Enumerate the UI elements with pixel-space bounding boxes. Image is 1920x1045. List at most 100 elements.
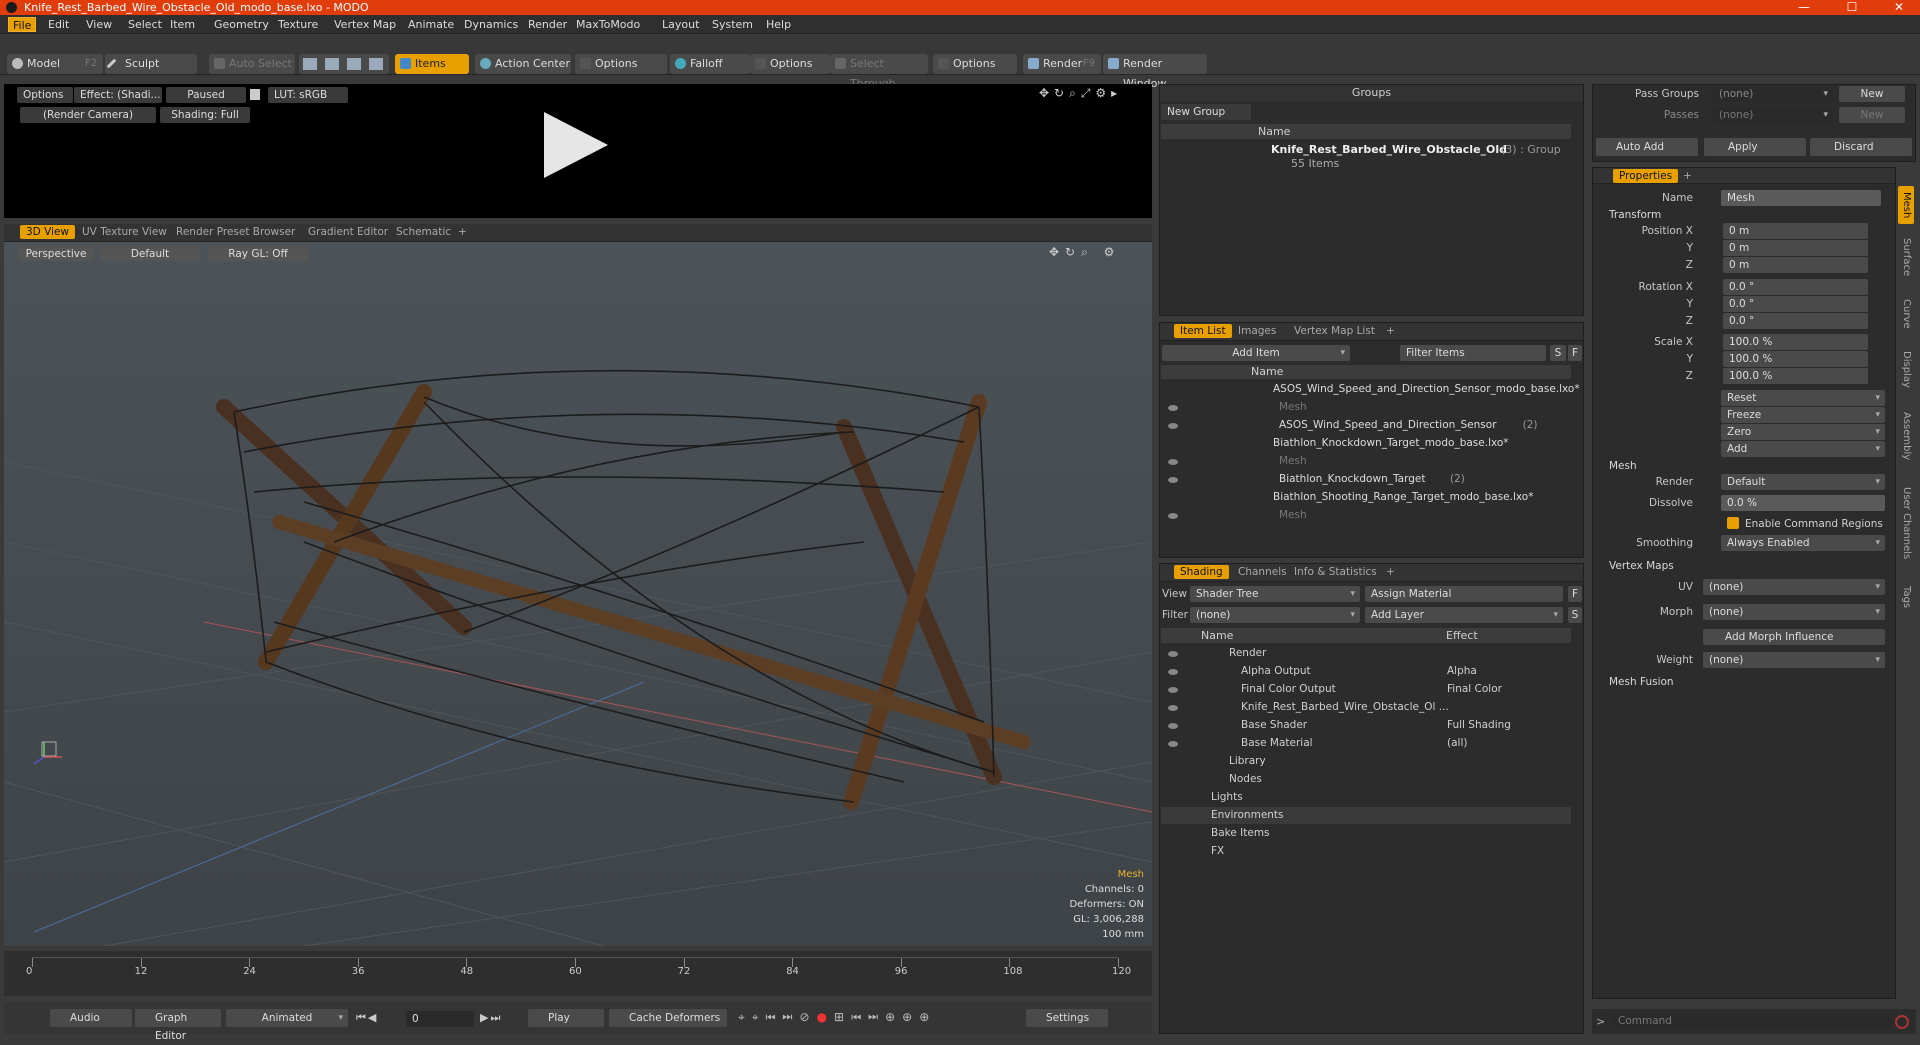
action-center-options-button[interactable]: Options bbox=[575, 54, 667, 74]
add-layer-button[interactable]: Add Layer bbox=[1365, 607, 1563, 623]
timeline[interactable]: 0 12 24 36 48 60 72 84 96 108 120 bbox=[4, 951, 1152, 996]
auto-select-button[interactable]: Auto Select bbox=[209, 54, 295, 74]
itemlist-f-button[interactable]: F bbox=[1568, 345, 1582, 361]
pass-groups-new-button[interactable]: New bbox=[1839, 86, 1905, 102]
filter-items-input[interactable]: Filter Items bbox=[1400, 345, 1546, 361]
sculpt-button[interactable]: Sculpt bbox=[105, 54, 197, 74]
select-through-button[interactable]: Select Through bbox=[830, 54, 928, 90]
vertices-mode-icon[interactable] bbox=[303, 58, 317, 70]
prev-key-buttons[interactable]: ⏮◀ bbox=[356, 1011, 408, 1025]
shading-f-button[interactable]: F bbox=[1568, 586, 1582, 602]
position-field[interactable]: 0 m bbox=[1723, 257, 1868, 273]
preview-camera-dropdown[interactable]: (Render Camera) bbox=[20, 107, 156, 123]
freeze-button[interactable]: Freeze bbox=[1721, 407, 1885, 423]
shading-tab-3[interactable]: + bbox=[1380, 565, 1401, 579]
shader-tree-row[interactable]: Base Shader Full Shading bbox=[1161, 717, 1571, 734]
select-through-options-button[interactable]: Options bbox=[933, 54, 1017, 74]
menu-maxtomodo[interactable]: MaxToModo bbox=[572, 17, 644, 32]
rotation-field[interactable]: 0.0 ° bbox=[1723, 313, 1868, 329]
side-tab-curve[interactable]: Curve bbox=[1898, 291, 1914, 336]
materials-mode-icon[interactable] bbox=[369, 58, 383, 70]
menu-geometry[interactable]: Geometry bbox=[210, 17, 273, 32]
add-button[interactable]: Add bbox=[1721, 441, 1885, 457]
preview-options-button[interactable]: Options bbox=[17, 87, 73, 103]
visibility-eye-icon[interactable] bbox=[1168, 477, 1178, 483]
menu-dynamics[interactable]: Dynamics bbox=[460, 17, 522, 32]
shader-tree-row[interactable]: Alpha Output Alpha bbox=[1161, 663, 1571, 680]
passes-new-button[interactable]: New bbox=[1839, 107, 1905, 123]
play-icon[interactable] bbox=[544, 112, 608, 178]
item-list-row[interactable]: Biathlon_Knockdown_Target (2) bbox=[1161, 471, 1561, 488]
frame-field[interactable]: 0 bbox=[406, 1011, 474, 1027]
preview-shading-dropdown[interactable]: Shading: Full bbox=[160, 107, 250, 123]
uv-dropdown[interactable]: (none) bbox=[1703, 579, 1885, 595]
item-list-row[interactable]: ASOS_Wind_Speed_and_Direction_Sensor_mod… bbox=[1161, 381, 1580, 398]
side-tab-surface[interactable]: Surface bbox=[1898, 228, 1914, 287]
shading-style-dropdown[interactable]: Default bbox=[100, 247, 200, 261]
itemlist-s-button[interactable]: S bbox=[1550, 345, 1566, 361]
properties-add-tab[interactable]: + bbox=[1677, 169, 1698, 183]
position-field[interactable]: 0 m bbox=[1723, 240, 1868, 256]
properties-tab[interactable]: Properties bbox=[1613, 169, 1679, 183]
shader-tree-row[interactable]: Knife_Rest_Barbed_Wire_Obstacle_Ol ... bbox=[1161, 699, 1571, 716]
shading-s-button[interactable]: S bbox=[1568, 607, 1582, 623]
visibility-eye-icon[interactable] bbox=[1168, 741, 1178, 747]
group-row[interactable]: Knife_Rest_Barbed_Wire_Obstacle_Old (3) … bbox=[1161, 141, 1571, 171]
visibility-eye-icon[interactable] bbox=[1168, 513, 1178, 519]
menu-texture[interactable]: Texture bbox=[274, 17, 322, 32]
viewport-tab-5[interactable]: + bbox=[452, 225, 473, 239]
shading-tab-2[interactable]: Info & Statistics bbox=[1288, 565, 1383, 579]
model-button[interactable]: Model F2 bbox=[7, 54, 103, 74]
settings-button[interactable]: Settings bbox=[1026, 1009, 1108, 1027]
item-list-row[interactable]: Mesh bbox=[1161, 453, 1561, 470]
view-dropdown[interactable]: Shader Tree bbox=[1190, 586, 1360, 602]
passes-dropdown[interactable]: (none) bbox=[1713, 107, 1833, 123]
shader-tree-row[interactable]: Library bbox=[1161, 753, 1571, 770]
enable-command-regions-checkbox[interactable] bbox=[1727, 517, 1739, 529]
3d-viewport[interactable]: Perspective Default Ray GL: Off ✥↻⌕ ⚙ Me… bbox=[4, 242, 1152, 946]
shader-tree-row[interactable]: Render bbox=[1161, 645, 1571, 662]
item-list-row[interactable]: Biathlon_Knockdown_Target_modo_base.lxo* bbox=[1161, 435, 1561, 452]
shading-tab-1[interactable]: Channels bbox=[1232, 565, 1293, 579]
filter-dropdown[interactable]: (none) bbox=[1190, 607, 1360, 623]
render-dropdown[interactable]: Default bbox=[1721, 474, 1885, 490]
menu-help[interactable]: Help bbox=[762, 17, 795, 32]
perspective-dropdown[interactable]: Perspective bbox=[18, 247, 94, 261]
viewport-tab-0[interactable]: 3D View bbox=[20, 225, 76, 239]
apply-button[interactable]: Apply bbox=[1704, 138, 1806, 156]
command-input[interactable]: Command bbox=[1612, 1013, 1892, 1029]
itemlist-tab-2[interactable]: Vertex Map List bbox=[1288, 324, 1381, 338]
lock-icon[interactable] bbox=[250, 89, 260, 100]
shader-tree-row[interactable]: Bake Items bbox=[1161, 825, 1571, 842]
action-center-button[interactable]: Action Center bbox=[475, 54, 571, 74]
raygl-toggle[interactable]: Ray GL: Off bbox=[208, 247, 308, 261]
new-group-button[interactable]: New Group bbox=[1161, 104, 1251, 120]
falloff-options-button[interactable]: Options bbox=[750, 54, 830, 74]
reset-button[interactable]: Reset bbox=[1721, 390, 1885, 406]
cache-deformers-button[interactable]: Cache Deformers bbox=[609, 1009, 727, 1027]
visibility-eye-icon[interactable] bbox=[1168, 423, 1178, 429]
auto-add-button[interactable]: Auto Add bbox=[1596, 138, 1698, 156]
close-button[interactable]: ✕ bbox=[1880, 0, 1918, 15]
itemlist-tab-1[interactable]: Images bbox=[1232, 324, 1282, 338]
knife-rest-model[interactable] bbox=[216, 369, 1031, 810]
scale-field[interactable]: 100.0 % bbox=[1723, 351, 1868, 367]
menu-system[interactable]: System bbox=[708, 17, 757, 32]
item-list-row[interactable]: Mesh bbox=[1161, 399, 1561, 416]
position-field[interactable]: 0 m bbox=[1723, 223, 1868, 239]
menu-view[interactable]: View bbox=[82, 17, 116, 32]
assign-material-button[interactable]: Assign Material bbox=[1365, 586, 1563, 602]
side-tab-display[interactable]: Display bbox=[1898, 340, 1914, 399]
itemlist-tab-3[interactable]: + bbox=[1380, 324, 1401, 338]
rotation-field[interactable]: 0.0 ° bbox=[1723, 279, 1868, 295]
record-macro-icon[interactable] bbox=[1895, 1015, 1909, 1029]
side-tab-user-channels[interactable]: User Channels bbox=[1898, 473, 1914, 574]
menu-render[interactable]: Render bbox=[524, 17, 571, 32]
next-key-buttons[interactable]: ▶⏭ bbox=[480, 1011, 524, 1025]
scale-field[interactable]: 100.0 % bbox=[1723, 368, 1868, 384]
rotation-field[interactable]: 0.0 ° bbox=[1723, 296, 1868, 312]
item-list-row[interactable]: Mesh bbox=[1161, 507, 1561, 524]
visibility-eye-icon[interactable] bbox=[1168, 405, 1178, 411]
render-button[interactable]: Render F9 bbox=[1023, 54, 1101, 74]
polygons-mode-icon[interactable] bbox=[347, 58, 361, 70]
